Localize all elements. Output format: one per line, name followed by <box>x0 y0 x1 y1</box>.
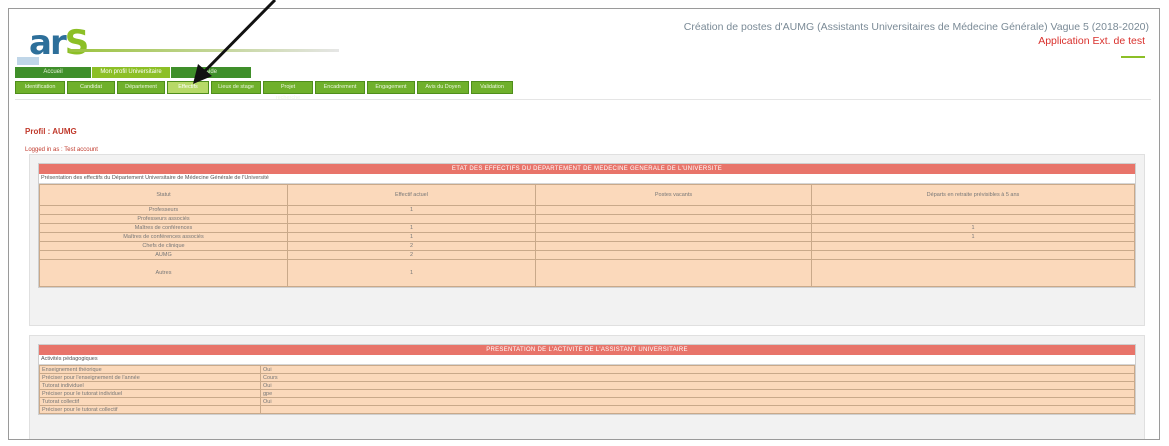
cell-effectif[interactable]: 2 <box>287 250 536 260</box>
row-label: Professeurs <box>39 205 288 215</box>
row-value[interactable]: Oui <box>260 397 1135 406</box>
nav-engagement[interactable]: Engagement <box>367 81 415 94</box>
table-row: Tutorat collectif Oui <box>39 397 1135 406</box>
environment-label: Application Ext. de test <box>1038 35 1145 47</box>
logo-text-s: S <box>64 23 89 63</box>
cell-vacants[interactable] <box>535 205 812 215</box>
ars-logo: arS <box>17 19 89 63</box>
activite-header: PRESENTATION DE L'ACTIVITE DE L'ASSISTAN… <box>39 345 1135 355</box>
cell-vacants[interactable] <box>535 214 812 224</box>
table-row: Maîtres de conférences associés 1 1 <box>39 232 1135 242</box>
nav-validation[interactable]: Validation <box>471 81 513 94</box>
app-title: Création de postes d'AUMG (Assistants Un… <box>683 21 1149 33</box>
cell-departs[interactable] <box>811 205 1135 215</box>
primary-nav: Accueil Mon profil Universitaire Aide <box>15 67 252 78</box>
cell-departs[interactable] <box>811 250 1135 260</box>
cell-departs[interactable]: 1 <box>811 223 1135 233</box>
cell-departs[interactable] <box>811 259 1135 287</box>
cell-vacants[interactable] <box>535 241 812 251</box>
activite-box: PRESENTATION DE L'ACTIVITE DE L'ASSISTAN… <box>38 344 1136 415</box>
table-row: AUMG 2 <box>39 250 1135 260</box>
table-row: Professeurs associés <box>39 214 1135 224</box>
effectifs-table: Statut Effectif actuel Postes vacants Dé… <box>39 184 1135 287</box>
row-label: Tutorat collectif <box>39 397 261 406</box>
activite-subtitle: Activités pédagogiques <box>39 355 1135 365</box>
cell-effectif[interactable]: 1 <box>287 205 536 215</box>
cell-vacants[interactable] <box>535 223 812 233</box>
cell-vacants[interactable] <box>535 259 812 287</box>
table-row: Autres 1 <box>39 259 1135 287</box>
cell-effectif[interactable]: 2 <box>287 241 536 251</box>
cell-vacants[interactable] <box>535 232 812 242</box>
row-label: Préciser pour le tutorat collectif <box>39 405 261 414</box>
row-label: Tutorat individuel <box>39 381 261 390</box>
row-label: Maîtres de conférences <box>39 223 288 233</box>
table-row: Préciser pour le tutorat collectif <box>39 405 1135 414</box>
row-label: Maîtres de conférences associés <box>39 232 288 242</box>
nav-effectifs[interactable]: Effectifs <box>167 81 209 94</box>
activite-panel: PRESENTATION DE L'ACTIVITE DE L'ASSISTAN… <box>29 335 1145 439</box>
table-row: Chefs de clinique 2 <box>39 241 1135 251</box>
row-label: Préciser pour le tutorat individuel <box>39 389 261 398</box>
tab-aide[interactable]: Aide <box>171 67 252 78</box>
table-row: Tutorat individuel Oui <box>39 381 1135 390</box>
effectifs-subtitle: Présentation des effectifs du Départemen… <box>39 174 1135 184</box>
cell-vacants[interactable] <box>535 250 812 260</box>
app-window: arS Création de postes d'AUMG (Assistant… <box>8 8 1160 440</box>
activite-table: Enseignement théorique Oui Préciser pour… <box>39 365 1135 414</box>
table-row: Maîtres de conférences 1 1 <box>39 223 1135 233</box>
row-label: Préciser pour l'enseignement de l'année <box>39 373 261 382</box>
table-header-row: Statut Effectif actuel Postes vacants Dé… <box>39 184 1135 206</box>
nav-avis-doyen[interactable]: Avis du Doyen <box>417 81 469 94</box>
row-value[interactable]: Oui <box>260 381 1135 390</box>
secondary-nav: Identification Candidat Département Effe… <box>15 81 513 101</box>
profile-title: Profil : AUMG <box>25 127 77 136</box>
row-value[interactable]: Cours <box>260 373 1135 382</box>
logo-subtext <box>17 57 39 65</box>
row-value[interactable]: Oui <box>260 365 1135 374</box>
header-divider <box>15 99 1151 100</box>
cell-effectif[interactable]: 1 <box>287 223 536 233</box>
nav-encadrement[interactable]: Encadrement <box>315 81 365 94</box>
table-row: Enseignement théorique Oui <box>39 365 1135 374</box>
row-label: Autres <box>39 259 288 287</box>
connected-user: Logged in as : Test account <box>25 147 98 153</box>
col-departs-retraite: Départs en retraite prévisibles à 5 ans <box>811 184 1135 206</box>
tab-profil[interactable]: Mon profil Universitaire <box>92 67 171 78</box>
row-label: Professeurs associés <box>39 214 288 224</box>
tab-accueil[interactable]: Accueil <box>15 67 92 78</box>
cell-effectif[interactable]: 1 <box>287 232 536 242</box>
table-row: Professeurs 1 <box>39 205 1135 215</box>
logo-swoosh <box>69 49 339 52</box>
cell-departs[interactable]: 1 <box>811 232 1135 242</box>
nav-candidat[interactable]: Candidat <box>67 81 115 94</box>
cell-effectif[interactable] <box>287 214 536 224</box>
table-row: Préciser pour l'enseignement de l'année … <box>39 373 1135 382</box>
nav-lieux-de-stage[interactable]: Lieux de stage <box>211 81 261 94</box>
row-value[interactable]: gpe <box>260 389 1135 398</box>
cell-departs[interactable] <box>811 241 1135 251</box>
nav-departement[interactable]: Département <box>117 81 165 94</box>
cell-departs[interactable] <box>811 214 1135 224</box>
effectifs-panel: ETAT DES EFFECTIFS DU DEPARTEMENT DE MED… <box>29 154 1145 326</box>
col-postes-vacants: Postes vacants <box>535 184 812 206</box>
row-label: AUMG <box>39 250 288 260</box>
effectifs-header: ETAT DES EFFECTIFS DU DEPARTEMENT DE MED… <box>39 164 1135 174</box>
cell-effectif[interactable]: 1 <box>287 259 536 287</box>
row-label: Chefs de clinique <box>39 241 288 251</box>
col-statut: Statut <box>39 184 288 206</box>
table-row: Préciser pour le tutorat individuel gpe <box>39 389 1135 398</box>
header-accent-line <box>1121 56 1145 58</box>
row-value[interactable] <box>260 405 1135 414</box>
col-effectif-actuel: Effectif actuel <box>287 184 536 206</box>
nav-projet-recherche[interactable]: Projet recherche <box>263 81 313 101</box>
effectifs-box: ETAT DES EFFECTIFS DU DEPARTEMENT DE MED… <box>38 163 1136 288</box>
nav-identification[interactable]: Identification <box>15 81 65 94</box>
row-label: Enseignement théorique <box>39 365 261 374</box>
